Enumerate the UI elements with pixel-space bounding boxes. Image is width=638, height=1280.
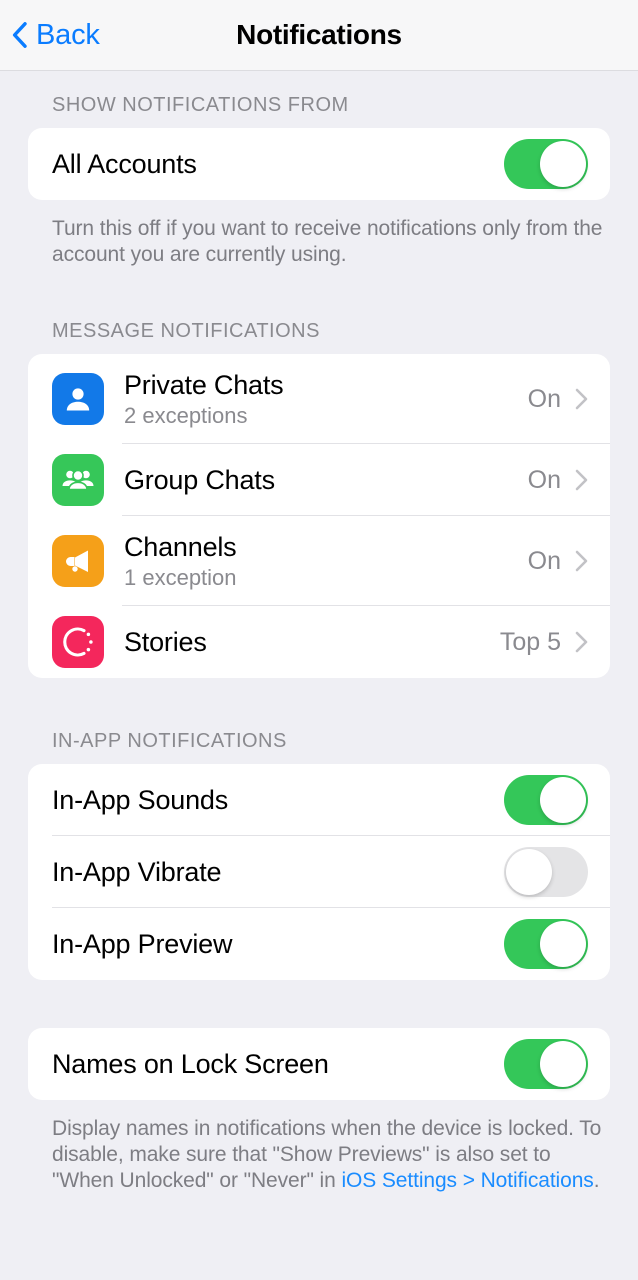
row-all-accounts[interactable]: All Accounts [28, 128, 610, 200]
back-button[interactable]: Back [0, 19, 100, 52]
row-channels-sublabel: 1 exception [124, 564, 237, 590]
row-stories[interactable]: Stories Top 5 [28, 606, 610, 678]
navigation-bar: Back Notifications [0, 0, 638, 71]
footer-lock-screen: Display names in notifications when the … [0, 1100, 638, 1194]
row-in-app-sounds-text: In-App Sounds [52, 784, 504, 816]
row-in-app-sounds[interactable]: In-App Sounds [28, 764, 610, 836]
row-private-chats-text: Private Chats 2 exceptions [124, 369, 528, 430]
row-names-on-lock-screen-text: Names on Lock Screen [52, 1048, 504, 1080]
row-names-on-lock-screen[interactable]: Names on Lock Screen [28, 1028, 610, 1100]
row-private-chats-sublabel: 2 exceptions [124, 402, 248, 428]
row-stories-value: Top 5 [499, 627, 561, 656]
chevron-right-icon [575, 388, 588, 410]
row-private-chats[interactable]: Private Chats 2 exceptions On [28, 354, 610, 444]
card-in-app-notifications: In-App Sounds In-App Vibrate In-App Prev… [28, 764, 610, 980]
row-in-app-preview-label: In-App Preview [52, 929, 233, 959]
row-group-chats-text: Group Chats [124, 464, 528, 496]
toggle-knob [506, 849, 552, 895]
row-group-chats[interactable]: Group Chats On [28, 444, 610, 516]
toggle-knob [540, 921, 586, 967]
row-group-chats-label: Group Chats [124, 465, 275, 495]
row-in-app-vibrate-label: In-App Vibrate [52, 857, 222, 887]
megaphone-icon [52, 535, 104, 587]
row-in-app-preview-text: In-App Preview [52, 928, 504, 960]
row-in-app-vibrate[interactable]: In-App Vibrate [28, 836, 610, 908]
row-stories-label: Stories [124, 627, 207, 657]
row-stories-text: Stories [124, 626, 500, 658]
row-all-accounts-label: All Accounts [52, 149, 197, 179]
toggle-knob [540, 777, 586, 823]
row-channels-value: On [527, 546, 561, 575]
people-group-icon [52, 454, 104, 506]
toggle-names-on-lock-screen[interactable] [504, 1039, 588, 1089]
toggle-in-app-sounds[interactable] [504, 775, 588, 825]
card-lock-screen: Names on Lock Screen [28, 1028, 610, 1100]
card-show-from: All Accounts [28, 128, 610, 200]
toggle-in-app-vibrate[interactable] [504, 847, 588, 897]
toggle-knob [540, 141, 586, 187]
chevron-right-icon [575, 631, 588, 653]
person-icon [52, 373, 104, 425]
chevron-left-icon [12, 22, 27, 48]
row-channels-label: Channels [124, 531, 237, 562]
row-in-app-preview[interactable]: In-App Preview [28, 908, 610, 980]
card-message-notifications: Private Chats 2 exceptions On Group Chat… [28, 354, 610, 678]
footer-show-from: Turn this off if you want to receive not… [52, 217, 603, 266]
section-header-show-from: SHOW NOTIFICATIONS FROM [52, 94, 349, 116]
row-channels[interactable]: Channels 1 exception On [28, 516, 610, 606]
section-header-message: MESSAGE NOTIFICATIONS [52, 320, 320, 342]
row-in-app-sounds-label: In-App Sounds [52, 785, 229, 815]
row-in-app-vibrate-text: In-App Vibrate [52, 856, 504, 888]
footer-lock-screen-suffix: . [593, 1169, 600, 1192]
row-channels-text: Channels 1 exception [124, 531, 528, 592]
stories-circle-icon [52, 616, 104, 668]
chevron-right-icon [575, 469, 588, 491]
row-private-chats-value: On [527, 384, 561, 413]
toggle-in-app-preview[interactable] [504, 919, 588, 969]
chevron-right-icon [575, 550, 588, 572]
row-names-on-lock-screen-label: Names on Lock Screen [52, 1049, 329, 1079]
row-private-chats-label: Private Chats [124, 369, 284, 400]
toggle-knob [540, 1041, 586, 1087]
section-header-in-app: IN-APP NOTIFICATIONS [52, 730, 287, 752]
row-all-accounts-text: All Accounts [52, 148, 504, 180]
back-label: Back [36, 18, 100, 51]
row-group-chats-value: On [527, 465, 561, 494]
ios-settings-notifications-link[interactable]: iOS Settings > Notifications [341, 1169, 593, 1192]
toggle-all-accounts[interactable] [504, 139, 588, 189]
